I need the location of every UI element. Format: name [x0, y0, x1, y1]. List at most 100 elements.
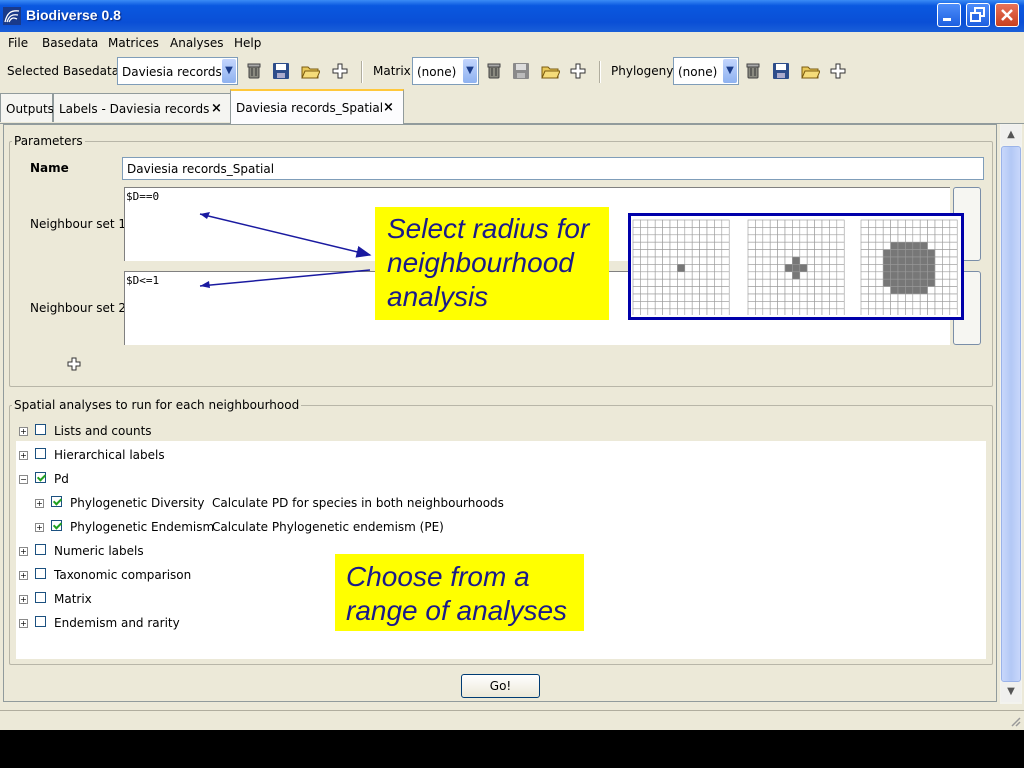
grid-cell [777, 234, 786, 243]
grid-cell [934, 308, 943, 315]
grid-cell [792, 234, 801, 243]
grid-cell [662, 219, 671, 228]
grid-cell [762, 286, 771, 295]
grid-cell [762, 308, 771, 315]
grid-cell [868, 249, 877, 258]
grid-cell [677, 256, 686, 265]
grid-cell-selected [919, 264, 928, 273]
grid-cell [829, 293, 838, 302]
grid-cell [949, 219, 958, 228]
grid-cell [836, 301, 845, 310]
grid-cell [762, 219, 771, 228]
grid-cell [684, 286, 693, 295]
grid-cell-selected [897, 286, 906, 295]
grid-cell [747, 301, 756, 310]
grid-cell [769, 256, 778, 265]
grid-cell [662, 271, 671, 280]
grid-cell [942, 249, 951, 258]
grid-cell [821, 308, 830, 315]
grid-cell [654, 293, 663, 302]
grid-cell [647, 278, 656, 287]
grid-cell [882, 241, 891, 250]
grid-cell [647, 241, 656, 250]
grid-cell [647, 219, 656, 228]
grid-cell [699, 249, 708, 258]
grid-cell [632, 271, 641, 280]
grid-cell [706, 293, 715, 302]
grid-cell [662, 308, 671, 315]
grid-cell [662, 278, 671, 287]
grid-cell [792, 301, 801, 310]
grid-cell [905, 219, 914, 228]
grid-cell [755, 278, 764, 287]
grid-cell [829, 264, 838, 273]
grid-cell [868, 293, 877, 302]
grid-cell [669, 264, 678, 273]
grid-cell [821, 249, 830, 258]
grid-cell [912, 301, 921, 310]
grid-radius-3 [860, 219, 958, 315]
grid-cell [755, 264, 764, 273]
grid-cell [814, 256, 823, 265]
grid-cell-selected [912, 278, 921, 287]
grid-cell [905, 227, 914, 236]
grid-cell [814, 308, 823, 315]
grid-cell [829, 286, 838, 295]
grid-cell [942, 227, 951, 236]
grid-cell [934, 271, 943, 280]
grid-cell [755, 271, 764, 280]
grid-cell-selected [792, 264, 801, 273]
grid-cell [640, 308, 649, 315]
grid-cell [792, 249, 801, 258]
grid-cell-selected [927, 256, 936, 265]
grid-cell [806, 241, 815, 250]
grid-cell [806, 286, 815, 295]
grid-cell [632, 308, 641, 315]
grid-cell [769, 234, 778, 243]
grid-cell-selected [905, 286, 914, 295]
grid-cell [792, 241, 801, 250]
grid-cell-selected [905, 278, 914, 287]
grid-cell [799, 227, 808, 236]
grid-cell [654, 301, 663, 310]
grid-cell [714, 271, 723, 280]
grid-cell [769, 249, 778, 258]
grid-cell [860, 219, 869, 228]
grid-cell [890, 234, 899, 243]
grid-cell [777, 241, 786, 250]
grid-cell-selected [927, 264, 936, 273]
grid-cell [792, 293, 801, 302]
grid-cell [860, 249, 869, 258]
grid-cell [762, 227, 771, 236]
grid-cell [662, 241, 671, 250]
grid-cell [882, 301, 891, 310]
grid-cell [632, 301, 641, 310]
grid-cell [699, 301, 708, 310]
grid-cell [721, 234, 730, 243]
grid-cell [836, 286, 845, 295]
grid-cell [860, 256, 869, 265]
grid-cell [699, 227, 708, 236]
grid-cell [799, 219, 808, 228]
grid-cell-selected [897, 264, 906, 273]
grid-cell [905, 293, 914, 302]
grid-cell [691, 219, 700, 228]
grid-cell [699, 278, 708, 287]
grid-cell [806, 301, 815, 310]
grid-cell [632, 278, 641, 287]
arrowhead-icon [200, 212, 210, 219]
grid-cell [755, 293, 764, 302]
grid-cell-selected [890, 241, 899, 250]
grid-cell-selected [792, 271, 801, 280]
grid-cell [814, 293, 823, 302]
grid-cell [640, 219, 649, 228]
grid-cell [875, 234, 884, 243]
grid-cell [706, 227, 715, 236]
grid-cell [747, 308, 756, 315]
grid-cell-selected [897, 271, 906, 280]
grid-cell [949, 234, 958, 243]
grid-cell [669, 308, 678, 315]
grid-cell [706, 286, 715, 295]
grid-cell [714, 249, 723, 258]
grid-cell [860, 278, 869, 287]
